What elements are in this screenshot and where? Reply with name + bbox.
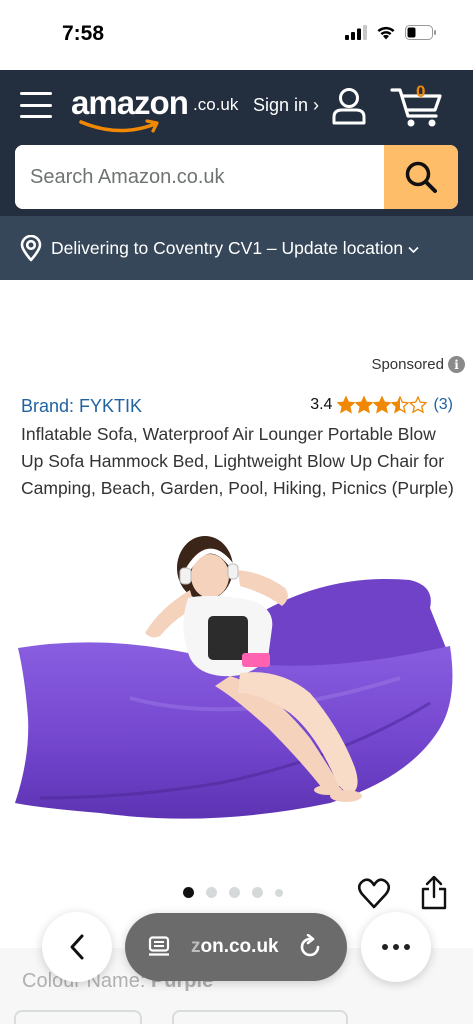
search-input[interactable]: [15, 145, 385, 209]
reload-icon[interactable]: [297, 934, 323, 960]
cellular-signal-icon: [345, 25, 367, 40]
browser-back-button[interactable]: [42, 912, 112, 982]
more-dot: [404, 944, 410, 950]
carousel-dot[interactable]: [183, 887, 194, 898]
rating-value: 3.4: [310, 396, 333, 413]
rating-count[interactable]: (3): [433, 396, 453, 414]
logo-smile-icon: [79, 119, 159, 133]
menu-icon[interactable]: [20, 90, 52, 120]
more-options-button[interactable]: [361, 912, 431, 982]
variant-option-chip[interactable]: [14, 1010, 142, 1024]
search-button[interactable]: [384, 145, 458, 209]
url-text: zon.co.uk: [191, 936, 279, 958]
more-dot: [393, 944, 399, 950]
star-full-icon: [337, 396, 356, 414]
brand-link[interactable]: Brand: FYKTIK: [21, 396, 142, 417]
info-icon: i: [448, 356, 465, 373]
status-bar: 7:58: [0, 0, 473, 70]
battery-icon: [405, 25, 436, 40]
logo-wordmark: amazon: [71, 84, 189, 121]
account-icon[interactable]: [330, 86, 368, 126]
wifi-icon: [377, 26, 395, 40]
star-full-icon: [373, 396, 392, 414]
sign-in-link[interactable]: Sign in ›: [253, 95, 319, 116]
variant-option-chip[interactable]: [172, 1010, 348, 1024]
product-title[interactable]: Inflatable Sofa, Waterproof Air Lounger …: [21, 421, 461, 502]
amazon-header: amazon .co.uk Sign in › 0: [0, 70, 473, 216]
chevron-down-icon: [408, 246, 419, 254]
logo-domain: .co.uk: [193, 95, 239, 114]
browser-address-bar[interactable]: zon.co.uk: [125, 913, 347, 981]
carousel-dot[interactable]: [229, 887, 240, 898]
reader-mode-icon[interactable]: [147, 936, 171, 958]
status-time: 7:58: [62, 22, 105, 45]
star-full-icon: [355, 396, 374, 414]
url-prefix: z: [191, 936, 201, 957]
sponsored-label[interactable]: Sponsored i: [371, 356, 465, 373]
sponsored-text: Sponsored: [371, 356, 444, 373]
carousel-dot[interactable]: [252, 887, 263, 898]
delivery-location-bar[interactable]: Delivering to Coventry CV1 – Update loca…: [0, 216, 473, 280]
star-empty-icon: [409, 396, 428, 414]
more-dot: [382, 944, 388, 950]
star-rating: [337, 396, 428, 414]
share-icon[interactable]: [420, 875, 448, 911]
amazon-logo[interactable]: amazon .co.uk: [71, 84, 246, 136]
search-icon: [405, 161, 437, 193]
url-domain: on.co.uk: [200, 936, 279, 957]
chevron-left-icon: [70, 934, 84, 960]
status-icons: [345, 25, 437, 40]
carousel-dot[interactable]: [206, 887, 217, 898]
cart-button[interactable]: 0: [390, 82, 446, 128]
location-pin-icon: [20, 234, 42, 261]
heart-icon[interactable]: [357, 877, 391, 911]
product-rating[interactable]: 3.4 (3): [310, 396, 453, 414]
star-half-icon: [391, 396, 410, 414]
image-carousel-dots[interactable]: [183, 887, 283, 898]
product-image[interactable]: [10, 528, 463, 848]
search-bar: [15, 145, 458, 209]
cart-count-badge: 0: [416, 82, 426, 101]
delivery-location-text: Delivering to Coventry CV1 – Update loca…: [51, 237, 404, 258]
carousel-dot[interactable]: [275, 888, 283, 897]
